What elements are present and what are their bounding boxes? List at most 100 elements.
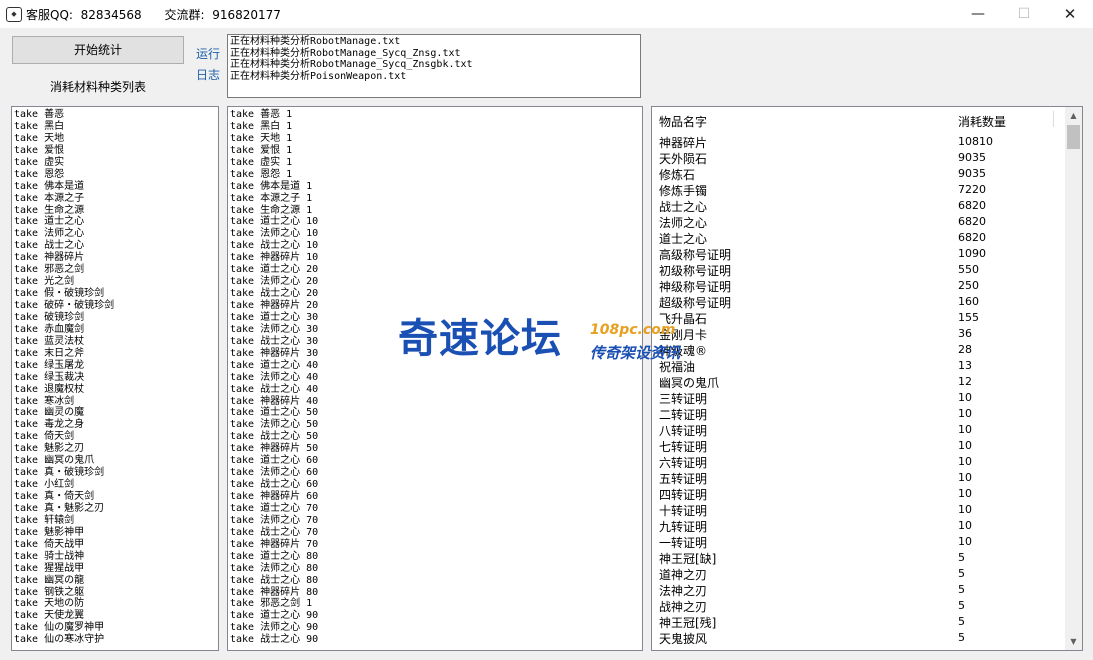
table-row[interactable]: 祝福油 13 <box>652 357 1064 374</box>
table-row[interactable]: 六转证明 10 <box>652 453 1064 470</box>
table-row[interactable]: 神器碎片 10810 <box>652 133 1064 150</box>
list-item[interactable]: take 道士之心 <box>14 216 218 228</box>
list-item[interactable]: take 钢铁之躯 <box>14 587 218 599</box>
list-item[interactable]: take 法师之心 30 <box>230 324 642 336</box>
log-link[interactable]: 日志 <box>196 66 220 83</box>
list-item[interactable]: take 法师之心 40 <box>230 372 642 384</box>
start-statistics-button[interactable]: 开始统计 <box>12 36 184 64</box>
list-item[interactable]: take 恩怨 <box>14 169 218 181</box>
material-consume-list[interactable]: take 善恶 1 take 黑白 1 take 天地 1 take 爱恨 1 take… <box>227 106 643 651</box>
list-item[interactable]: take 骑士战神 <box>14 551 218 563</box>
table-row[interactable]: 五转证明 10 <box>652 469 1064 486</box>
table-row[interactable]: 飞升晶石 155 <box>652 309 1064 326</box>
scroll-up-arrow-icon[interactable]: ▲ <box>1065 107 1082 124</box>
list-item[interactable]: take 战士之心 80 <box>230 575 642 587</box>
list-item[interactable]: take 邪恶之剑 1 <box>230 598 642 610</box>
list-item[interactable]: take 邪恶之剑 <box>14 264 218 276</box>
table-row[interactable]: 神王冠[残] 5 <box>652 613 1064 630</box>
list-item[interactable]: take 法师之心 70 <box>230 515 642 527</box>
minimize-button[interactable]: — <box>955 0 1001 28</box>
list-item[interactable]: take 道士之心 80 <box>230 551 642 563</box>
table-row[interactable]: 修炼手镯 7220 <box>652 181 1064 198</box>
table-row[interactable]: 法神之刃 5 <box>652 581 1064 598</box>
list-item[interactable]: take 虚实 <box>14 157 218 169</box>
list-item[interactable]: take 战士之心 10 <box>230 240 642 252</box>
list-item[interactable]: take 恩怨 1 <box>230 169 642 181</box>
list-item[interactable]: take 本源之子 <box>14 193 218 205</box>
list-item[interactable]: take 生命之源 <box>14 205 218 217</box>
list-item[interactable]: take 天使龙翼 <box>14 610 218 622</box>
table-row[interactable]: 四转证明 10 <box>652 485 1064 502</box>
list-item[interactable]: take 寒冰剑 <box>14 396 218 408</box>
list-item[interactable]: take 幽灵の魔 <box>14 407 218 419</box>
list-item[interactable]: take 黑白 1 <box>230 121 642 133</box>
maximize-button[interactable]: ☐ <box>1001 0 1047 28</box>
list-item[interactable]: take 道士之心 30 <box>230 312 642 324</box>
list-item[interactable]: take 赤血魔剑 <box>14 324 218 336</box>
column-header-quantity[interactable]: 消耗数量 <box>958 113 1006 130</box>
table-row[interactable]: 道神之刃 5 <box>652 565 1064 582</box>
table-row[interactable]: 修炼石 9035 <box>652 165 1064 182</box>
list-item[interactable]: take 魅影之刃 <box>14 443 218 455</box>
list-item[interactable]: take 幽冥の鬼爪 <box>14 455 218 467</box>
list-item[interactable]: take 佛本是道 <box>14 181 218 193</box>
close-button[interactable]: ✕ <box>1047 0 1093 28</box>
list-item[interactable]: take 法师之心 10 <box>230 228 642 240</box>
list-item[interactable]: take 战士之心 40 <box>230 384 642 396</box>
vertical-scrollbar[interactable]: ▲ ▼ <box>1065 107 1082 650</box>
list-item[interactable]: take 光之剑 <box>14 276 218 288</box>
scroll-down-arrow-icon[interactable]: ▼ <box>1065 633 1082 650</box>
run-link[interactable]: 运行 <box>196 45 220 62</box>
list-item[interactable]: take 神器碎片 60 <box>230 491 642 503</box>
list-item[interactable]: take 小红剑 <box>14 479 218 491</box>
table-row[interactable]: 金刚月卡 36 <box>652 325 1064 342</box>
list-item[interactable]: take 神器碎片 40 <box>230 396 642 408</box>
list-item[interactable]: take 天地の防 <box>14 598 218 610</box>
list-item[interactable]: take 法师之心 50 <box>230 419 642 431</box>
scroll-thumb[interactable] <box>1067 125 1080 149</box>
table-row[interactable]: 神级魂® 28 <box>652 341 1064 358</box>
table-row[interactable]: 神王冠[缺] 5 <box>652 549 1064 566</box>
list-item[interactable]: take 退魔权杖 <box>14 384 218 396</box>
list-item[interactable]: take 真・破镜珍剑 <box>14 467 218 479</box>
table-row[interactable]: 战神之刃 5 <box>652 597 1064 614</box>
table-row[interactable]: 战士之心 6820 <box>652 197 1064 214</box>
list-item[interactable]: take 爱恨 <box>14 145 218 157</box>
list-item[interactable]: take 善恶 1 <box>230 109 642 121</box>
list-item[interactable]: take 天地 <box>14 133 218 145</box>
list-item[interactable]: take 神器碎片 80 <box>230 587 642 599</box>
list-item[interactable]: take 战士之心 70 <box>230 527 642 539</box>
list-item[interactable]: take 道士之心 90 <box>230 610 642 622</box>
list-item[interactable]: take 倚天战甲 <box>14 539 218 551</box>
column-header-item-name[interactable]: 物品名字 <box>659 113 707 130</box>
table-row[interactable]: 九转证明 10 <box>652 517 1064 534</box>
list-item[interactable]: take 战士之心 20 <box>230 288 642 300</box>
list-item[interactable]: take 真・魅影之刃 <box>14 503 218 515</box>
list-item[interactable]: take 法师之心 20 <box>230 276 642 288</box>
list-item[interactable]: take 神器碎片 10 <box>230 252 642 264</box>
list-item[interactable]: take 仙の魔罗神甲 <box>14 622 218 634</box>
list-item[interactable]: take 蓝灵法杖 <box>14 336 218 348</box>
table-row[interactable]: 三转证明 10 <box>652 389 1064 406</box>
list-item[interactable]: take 末日之斧 <box>14 348 218 360</box>
list-item[interactable]: take 生命之源 1 <box>230 205 642 217</box>
list-item[interactable]: take 佛本是道 1 <box>230 181 642 193</box>
list-item[interactable]: take 神器碎片 30 <box>230 348 642 360</box>
list-item[interactable]: take 绿玉裁决 <box>14 372 218 384</box>
log-textbox[interactable]: 正在材料种类分析RobotManage.txt 正在材料种类分析RobotMana… <box>227 34 641 98</box>
list-item[interactable]: take 破镜珍剑 <box>14 312 218 324</box>
list-item[interactable]: take 道士之心 70 <box>230 503 642 515</box>
table-row[interactable]: 天鬼披风 5 <box>652 629 1064 646</box>
list-item[interactable]: take 法师之心 90 <box>230 622 642 634</box>
item-consumption-grid[interactable]: 物品名字 消耗数量 神器碎片 10810 天外陨石 9035 修炼石 9035 修炼手镯 72… <box>651 106 1083 651</box>
list-item[interactable]: take 神器碎片 <box>14 252 218 264</box>
table-row[interactable]: 法师之心 6820 <box>652 213 1064 230</box>
list-item[interactable]: take 绿玉屠龙 <box>14 360 218 372</box>
list-item[interactable]: take 魅影神甲 <box>14 527 218 539</box>
list-item[interactable]: take 战士之心 <box>14 240 218 252</box>
list-item[interactable]: take 道士之心 60 <box>230 455 642 467</box>
list-item[interactable]: take 法师之心 80 <box>230 563 642 575</box>
list-item[interactable]: take 神器碎片 50 <box>230 443 642 455</box>
list-item[interactable]: take 破碎・破镜珍剑 <box>14 300 218 312</box>
list-item[interactable]: take 真・倚天剑 <box>14 491 218 503</box>
